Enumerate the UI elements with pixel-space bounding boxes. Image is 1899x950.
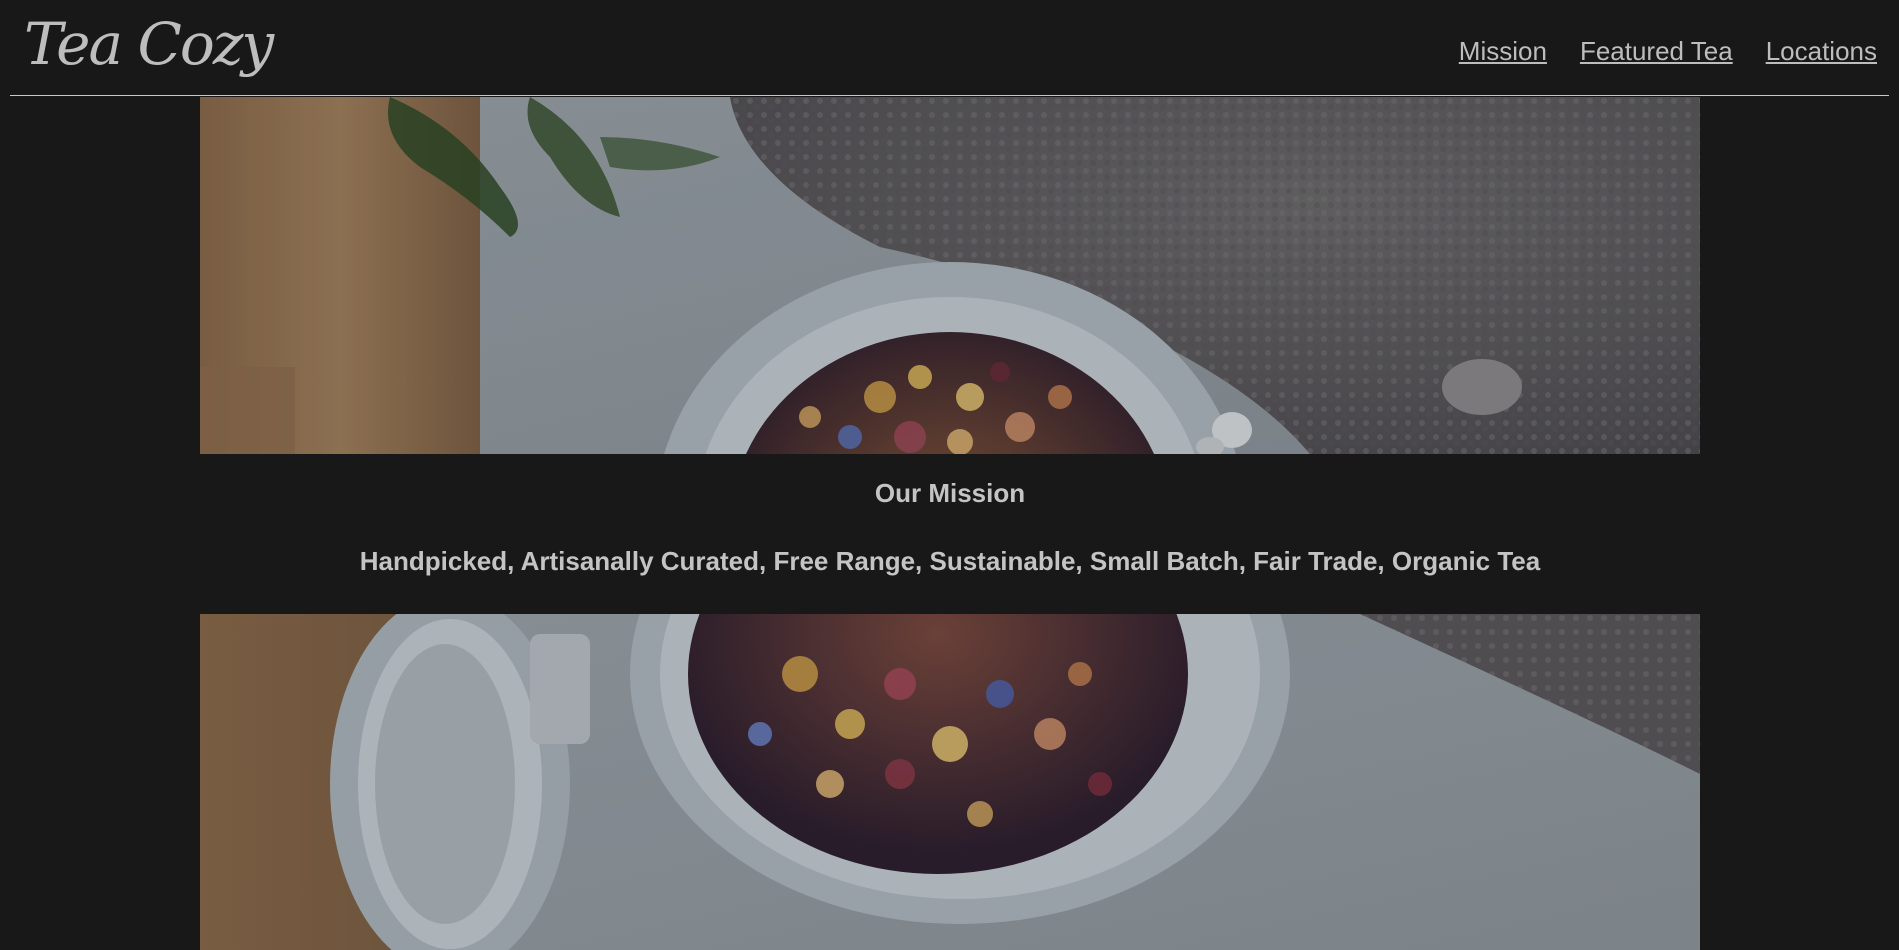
nav-link-featured-tea[interactable]: Featured Tea	[1580, 36, 1733, 67]
main-nav: Mission Featured Tea Locations	[1459, 36, 1877, 67]
tea-jar-photo-top	[200, 97, 1700, 454]
hero-image-top	[200, 97, 1700, 454]
tea-jar-photo-bottom	[200, 614, 1700, 950]
mission-section: Our Mission Handpicked, Artisanally Cura…	[200, 454, 1700, 614]
hero-image-bottom	[200, 614, 1700, 950]
mission-title: Our Mission	[874, 478, 1026, 508]
nav-link-locations[interactable]: Locations	[1766, 36, 1877, 67]
site-logo[interactable]: Tea Cozy	[24, 10, 274, 78]
site-header: Tea Cozy Mission Featured Tea Locations	[10, 0, 1889, 96]
mission-text: Handpicked, Artisanally Curated, Free Ra…	[359, 546, 1541, 576]
nav-link-mission[interactable]: Mission	[1459, 36, 1547, 67]
